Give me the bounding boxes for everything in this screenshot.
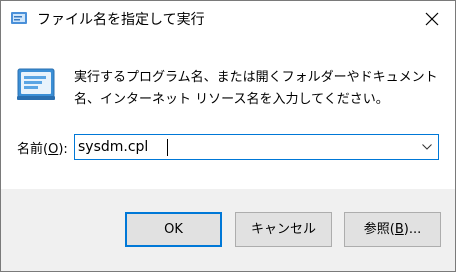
open-input[interactable] <box>78 136 408 158</box>
cancel-button[interactable]: キャンセル <box>235 212 332 247</box>
title-bar[interactable]: ファイル名を指定して実行 <box>1 1 455 37</box>
name-label: 名前(O): <box>17 142 68 157</box>
run-icon <box>10 9 28 27</box>
ok-button[interactable]: OK <box>125 212 222 247</box>
description-text: 実行するプログラム名、または開くフォルダーやドキュメント名、インターネット リソ… <box>74 70 438 107</box>
button-bar: OK キャンセル 参照(B)... <box>1 189 455 271</box>
browse-button[interactable]: 参照(B)... <box>344 212 441 247</box>
close-button[interactable] <box>409 1 455 37</box>
text-caret <box>167 139 168 156</box>
window-title: ファイル名を指定して実行 <box>37 12 205 28</box>
run-dialog-icon <box>17 67 57 101</box>
run-dialog: ファイル名を指定して実行 実行するプログラム名、または開くフォルダーやドキュメン… <box>0 0 456 272</box>
dropdown-button[interactable] <box>416 135 438 159</box>
open-combobox[interactable] <box>74 134 439 160</box>
